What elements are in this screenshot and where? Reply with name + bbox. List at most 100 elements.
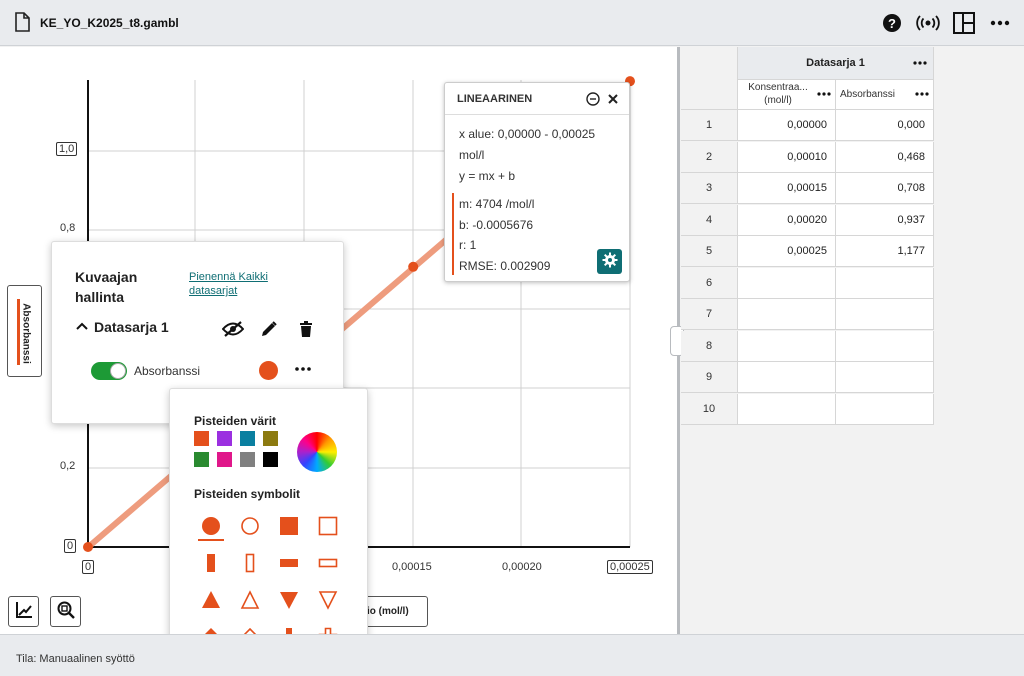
concentration-cell[interactable]: 0,00015: [738, 173, 836, 204]
color-swatch-olive[interactable]: [263, 431, 278, 446]
hbar-outline-icon[interactable]: [313, 548, 343, 578]
y-axis-label-button[interactable]: Absorbanssi: [7, 285, 42, 377]
absorbance-cell[interactable]: [836, 393, 934, 425]
series-color-button[interactable]: [259, 361, 278, 380]
row-index: 3: [681, 173, 738, 204]
chevron-up-icon[interactable]: [75, 319, 89, 336]
row-index: 9: [681, 362, 738, 393]
circle-filled-icon[interactable]: [196, 511, 226, 541]
dataset-more-icon[interactable]: [912, 58, 928, 68]
absorbance-cell[interactable]: 1,177: [836, 236, 934, 267]
vbar-outline-icon[interactable]: [235, 548, 265, 578]
column-concentration-label: Konsentraa... (mol/l): [748, 82, 808, 106]
edit-pencil-icon[interactable]: [258, 318, 280, 340]
color-swatch-green[interactable]: [194, 452, 209, 467]
table-row: 7: [681, 299, 934, 330]
concentration-cell[interactable]: [738, 330, 836, 362]
zoom-button[interactable]: [50, 596, 81, 627]
hbar-filled-icon[interactable]: [274, 548, 304, 578]
layout-icon[interactable]: [952, 11, 976, 35]
dataset-header-label: Datasarja 1: [806, 57, 865, 69]
x-tick-max[interactable]: 0,00025: [607, 560, 653, 574]
row-index: 7: [681, 299, 738, 330]
collapse-all-link[interactable]: Pienennä Kaikki datasarjat: [189, 270, 299, 298]
table-row: 9: [681, 362, 934, 393]
close-icon[interactable]: [605, 91, 621, 107]
color-swatch-pink[interactable]: [217, 452, 232, 467]
column-absorbance-label: Absorbanssi: [840, 89, 896, 100]
table-row: 2 0,00010 0,468: [681, 141, 934, 173]
series-more-icon[interactable]: [292, 359, 314, 379]
column-more-icon[interactable]: [816, 89, 832, 99]
table-row: 1 0,00000 0,000: [681, 110, 934, 141]
color-wheel-icon[interactable]: [297, 432, 337, 472]
fit-accent-bar: [452, 193, 454, 275]
square-outline-icon[interactable]: [313, 511, 343, 541]
triangle-down-outline-icon[interactable]: [313, 585, 343, 615]
concentration-cell[interactable]: [738, 267, 836, 299]
y-tick-min[interactable]: 0: [64, 539, 77, 553]
color-swatch-purple[interactable]: [217, 431, 232, 446]
color-swatch-gray[interactable]: [240, 452, 255, 467]
x-tick-min[interactable]: 0: [82, 560, 95, 574]
row-index: 10: [681, 393, 738, 425]
file-title[interactable]: KE_YO_K2025_t8.gambl: [40, 16, 179, 30]
status-bar: Tila: Manuaalinen syöttö: [0, 634, 1024, 676]
sensor-connect-icon[interactable]: [916, 11, 940, 35]
selected-symbol-indicator: [198, 539, 224, 541]
panel-title: Kuvaajan hallinta: [75, 269, 138, 305]
absorbance-cell[interactable]: 0,937: [836, 204, 934, 236]
hide-eye-icon[interactable]: [222, 318, 244, 340]
absorbance-cell[interactable]: [836, 299, 934, 330]
concentration-cell[interactable]: [738, 393, 836, 425]
help-icon[interactable]: ?: [880, 11, 904, 35]
minimize-icon[interactable]: [585, 91, 601, 107]
row-index: 6: [681, 267, 738, 299]
data-point[interactable]: [408, 261, 419, 272]
fit-correlation: r: 1: [459, 238, 477, 252]
triangle-up-filled-icon[interactable]: [196, 585, 226, 615]
row-index: 8: [681, 330, 738, 362]
concentration-cell[interactable]: 0,00025: [738, 236, 836, 267]
triangle-up-outline-icon[interactable]: [235, 585, 265, 615]
absorbance-cell[interactable]: 0,000: [836, 110, 934, 141]
file-icon: [14, 12, 30, 35]
triangle-down-filled-icon[interactable]: [274, 585, 304, 615]
zoom-icon: [56, 600, 76, 623]
gear-icon: [602, 252, 618, 271]
delete-trash-icon[interactable]: [295, 318, 317, 340]
square-filled-icon[interactable]: [274, 511, 304, 541]
y-tick-max[interactable]: 1,0: [56, 142, 78, 156]
series-visibility-toggle[interactable]: [91, 362, 127, 380]
vbar-filled-icon[interactable]: [196, 548, 226, 578]
data-point[interactable]: [83, 542, 93, 552]
color-swatch-black[interactable]: [263, 452, 278, 467]
column-header-concentration[interactable]: Konsentraa... (mol/l): [738, 80, 836, 110]
dataset-name: Datasarja 1: [94, 319, 169, 335]
y-tick: 0,2: [60, 460, 76, 472]
absorbance-cell[interactable]: [836, 267, 934, 299]
concentration-cell[interactable]: 0,00010: [738, 141, 836, 173]
concentration-cell[interactable]: [738, 299, 836, 330]
concentration-cell[interactable]: [738, 362, 836, 393]
column-header-absorbance[interactable]: Absorbanssi: [836, 80, 934, 110]
absorbance-cell[interactable]: [836, 362, 934, 393]
color-swatch-teal[interactable]: [240, 431, 255, 446]
column-more-icon[interactable]: [914, 89, 930, 99]
table-row: 3 0,00015 0,708: [681, 173, 934, 204]
more-icon[interactable]: [988, 11, 1012, 35]
row-index: 2: [681, 141, 738, 173]
fit-settings-button[interactable]: [597, 249, 622, 274]
curve-fit-button[interactable]: [8, 596, 39, 627]
absorbance-cell[interactable]: 0,708: [836, 173, 934, 204]
toggle-knob: [110, 363, 126, 379]
circle-outline-icon[interactable]: [235, 511, 265, 541]
absorbance-cell[interactable]: [836, 330, 934, 362]
x-axis-label: io (mol/l): [367, 606, 409, 617]
concentration-cell[interactable]: 0,00020: [738, 204, 836, 236]
dataset-header: Datasarja 1: [738, 47, 934, 80]
color-swatch-orange[interactable]: [194, 431, 209, 446]
absorbance-cell[interactable]: 0,468: [836, 141, 934, 173]
concentration-cell[interactable]: 0,00000: [738, 110, 836, 141]
fit-x-unit: mol/l: [459, 148, 485, 162]
